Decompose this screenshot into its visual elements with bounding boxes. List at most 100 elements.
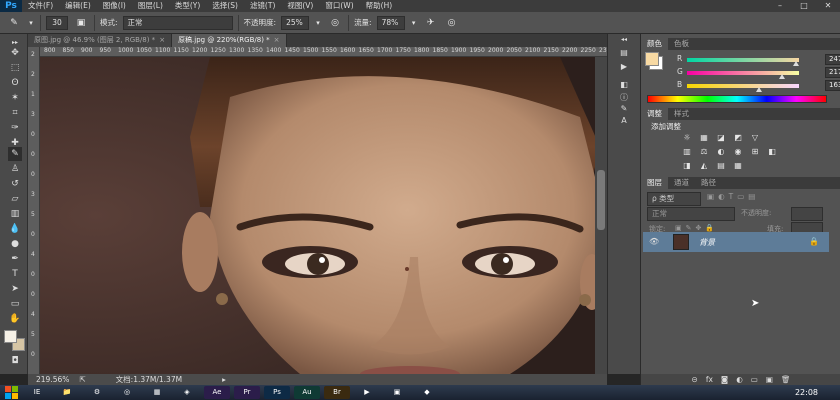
chevron-down-icon[interactable]: ▾ — [314, 16, 322, 30]
adjustment-icon[interactable]: ▤ — [715, 161, 727, 171]
minimize-button[interactable]: – — [768, 0, 792, 12]
menu-help[interactable]: 帮助(H) — [360, 0, 399, 12]
tab-color[interactable]: 颜色 — [641, 38, 668, 50]
flow-field[interactable]: 78% — [376, 15, 405, 30]
taskbar-app[interactable]: ◎ — [114, 386, 140, 399]
adjustment-icon[interactable]: ▽ — [749, 133, 761, 143]
menu-select[interactable]: 选择(S) — [206, 0, 244, 12]
close-icon[interactable]: × — [159, 36, 165, 44]
taskbar-app[interactable]: ▦ — [144, 386, 170, 399]
eye-icon[interactable]: 👁 — [649, 237, 659, 246]
path-select-tool-icon[interactable]: ➤ — [8, 282, 22, 296]
taskbar-app[interactable]: Pr — [234, 386, 260, 399]
tab-channels[interactable]: 通道 — [668, 177, 695, 189]
slider-handle[interactable] — [792, 61, 799, 66]
brush-preset-icon[interactable]: ✎ — [6, 16, 22, 30]
layer-footer-icon[interactable]: ◐ — [736, 374, 743, 385]
color-fg-swatch[interactable] — [645, 52, 659, 66]
taskbar-app[interactable]: ◆ — [414, 386, 440, 399]
shape-tool-icon[interactable]: ▭ — [8, 297, 22, 311]
marquee-tool-icon[interactable]: ⬚ — [8, 61, 22, 75]
lock-icons[interactable]: ▣✎✥🔒 — [675, 224, 718, 232]
taskbar-app[interactable]: IE — [24, 386, 50, 399]
menu-type[interactable]: 类型(Y) — [169, 0, 206, 12]
brush-presets-icon[interactable]: ✎ — [617, 104, 631, 116]
layer-footer-icon[interactable]: ▣ — [766, 374, 773, 385]
layer-filter-select[interactable]: ρ 类型 — [647, 192, 701, 206]
eyedropper-tool-icon[interactable]: ✑ — [8, 121, 22, 135]
tab-layers[interactable]: 图层 — [641, 177, 668, 189]
dodge-tool-icon[interactable]: ● — [8, 237, 22, 251]
layer-footer-icon[interactable]: 🗑 — [781, 374, 791, 385]
pressure-opacity-icon[interactable]: ◎ — [327, 16, 343, 30]
maximize-button[interactable]: □ — [792, 0, 816, 12]
move-tool-icon[interactable]: ✥ — [8, 46, 22, 60]
adjustment-icon[interactable]: ☼ — [681, 133, 693, 143]
channel-value-field[interactable]: 217 — [825, 67, 840, 78]
clone-stamp-tool-icon[interactable]: ♙ — [8, 162, 22, 176]
menu-window[interactable]: 窗口(W) — [319, 0, 359, 12]
menu-image[interactable]: 图像(I) — [97, 0, 132, 12]
taskbar-app[interactable]: ▣ — [384, 386, 410, 399]
hand-tool-icon[interactable]: ✋ — [8, 312, 22, 326]
red-channel-slider[interactable]: R 247 — [677, 54, 840, 66]
taskbar-app[interactable]: Ps — [264, 386, 290, 399]
taskbar-app[interactable]: ▶ — [354, 386, 380, 399]
adjustment-icon[interactable]: ▦ — [698, 133, 710, 143]
blend-mode-select[interactable]: 正常 — [647, 207, 735, 221]
scrollbar-thumb[interactable] — [597, 170, 605, 230]
menu-file[interactable]: 文件(F) — [22, 0, 59, 12]
adjustment-icon[interactable]: ◭ — [698, 161, 710, 171]
export-icon[interactable]: ⇱ — [79, 375, 85, 384]
pen-tool-icon[interactable]: ✒ — [8, 252, 22, 266]
actions-panel-icon[interactable]: ▶ — [617, 62, 631, 74]
menu-filter[interactable]: 滤镜(T) — [244, 0, 281, 12]
adjustment-icon[interactable]: ◨ — [681, 161, 693, 171]
brush-panel-icon[interactable]: ▣ — [73, 16, 89, 30]
taskbar-app[interactable]: Au — [294, 386, 320, 399]
menu-edit[interactable]: 编辑(E) — [59, 0, 97, 12]
collapse-icon[interactable]: ◂◂ — [617, 36, 631, 48]
adjustment-icon[interactable]: ◧ — [766, 147, 778, 157]
adjustment-icon[interactable]: ▥ — [681, 147, 693, 157]
green-channel-slider[interactable]: G 217 — [677, 67, 840, 79]
start-button[interactable] — [0, 385, 22, 400]
adjustment-icon[interactable]: ◐ — [715, 147, 727, 157]
airbrush-icon[interactable]: ✈ — [423, 16, 439, 30]
color-spectrum-bar[interactable] — [647, 95, 827, 103]
layer-name[interactable]: 背景 — [699, 237, 715, 248]
tab-styles[interactable]: 样式 — [668, 108, 695, 120]
adjustment-icon[interactable]: ▦ — [732, 161, 744, 171]
brush-tool-icon[interactable]: ✎ — [8, 147, 22, 161]
type-tool-icon[interactable]: T — [8, 267, 22, 281]
chevron-right-icon[interactable]: ▸ — [222, 375, 226, 384]
opacity-field[interactable]: 25% — [281, 15, 310, 30]
layer-row[interactable]: 👁 背景 🔒 — [643, 232, 829, 252]
close-button[interactable]: ✕ — [816, 0, 840, 12]
layer-footer-icon[interactable]: ⊝ — [692, 374, 698, 385]
tab-draft[interactable]: 原稿.jpg @ 220%(RGB/8) * × — [172, 34, 287, 47]
adjustment-icon[interactable]: ⊞ — [749, 147, 761, 157]
blur-tool-icon[interactable]: 💧 — [8, 222, 22, 236]
info-panel-icon[interactable]: ⓘ — [617, 92, 631, 104]
chevron-down-icon[interactable]: ▾ — [410, 16, 418, 30]
tab-adjustments[interactable]: 调整 — [641, 108, 668, 120]
gradient-tool-icon[interactable]: ▥ — [8, 207, 22, 221]
menu-layer[interactable]: 图层(L) — [132, 0, 169, 12]
history-brush-tool-icon[interactable]: ↺ — [8, 177, 22, 191]
properties-panel-icon[interactable]: ◧ — [617, 80, 631, 92]
adjustment-icon[interactable]: ◉ — [732, 147, 744, 157]
eraser-tool-icon[interactable]: ▱ — [8, 192, 22, 206]
adjustment-icon[interactable]: ◪ — [715, 133, 727, 143]
document-canvas[interactable] — [40, 57, 595, 374]
quick-select-tool-icon[interactable]: ✶ — [8, 91, 22, 105]
tab-paths[interactable]: 路径 — [695, 177, 722, 189]
character-panel-icon[interactable]: A — [617, 116, 631, 128]
taskbar-app[interactable]: Br — [324, 386, 350, 399]
pressure-size-icon[interactable]: ◎ — [444, 16, 460, 30]
chevron-down-icon[interactable]: ▾ — [27, 16, 35, 30]
taskbar-app[interactable]: ⚙ — [84, 386, 110, 399]
quick-mask-icon[interactable]: ◘ — [8, 354, 22, 368]
taskbar-app[interactable]: 📁 — [54, 386, 80, 399]
layer-footer-icon[interactable]: ◙ — [721, 374, 728, 385]
